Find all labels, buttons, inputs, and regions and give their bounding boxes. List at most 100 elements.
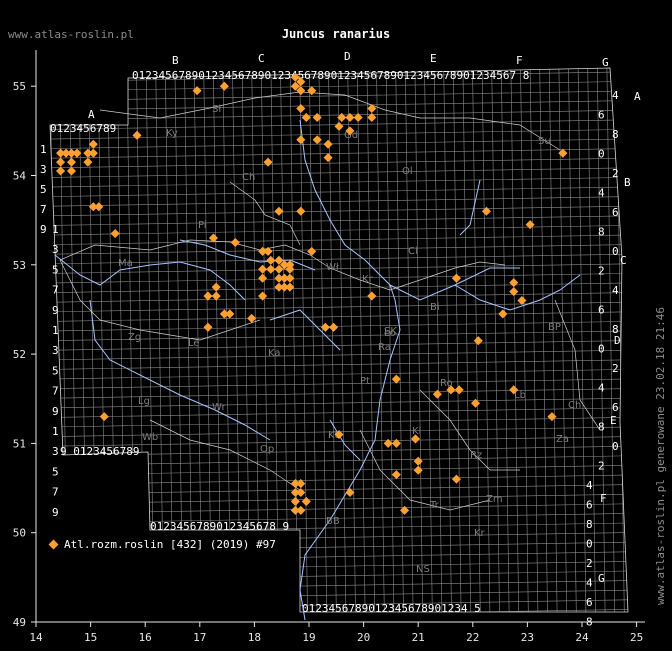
right-digit: 4 (598, 382, 605, 395)
region-label: Kr (474, 528, 486, 539)
mid-left-digit: 7 (52, 385, 59, 398)
legend: Atl.rozm.roslin [432] (2019) #97 (48, 538, 276, 551)
mid-left-digit: 9 (52, 405, 59, 418)
right-digit: 6 (598, 109, 605, 122)
region-label: Zm (486, 494, 503, 505)
region-label: Pt (360, 376, 370, 387)
x-tick-label: 17 (193, 631, 206, 644)
region-label: NS (416, 564, 430, 575)
grid-letter-right: C (620, 254, 627, 267)
x-tick-label: 15 (84, 631, 97, 644)
x-tick-label: 19 (302, 631, 315, 644)
right-digit: 4 (598, 187, 605, 200)
mid-left-digit: 3 (52, 243, 59, 256)
right-digit: 8 (598, 226, 605, 239)
x-tick-label: 18 (248, 631, 261, 644)
x-tick-label: 23 (521, 631, 534, 644)
right-digit: 6 (586, 596, 593, 609)
site-name: www.atlas-roslin.pl (8, 28, 134, 41)
x-tick-label: 20 (357, 631, 370, 644)
right-digit: 4 (612, 89, 619, 102)
x-tick-label: 24 (575, 631, 589, 644)
region-label: Rz (470, 450, 482, 461)
a-left-digit: 5 (40, 183, 47, 196)
right-digit: 2 (586, 557, 593, 570)
y-tick-label: 49 (13, 616, 26, 629)
region-label: Su (538, 136, 551, 147)
grid-letter-right: F (600, 492, 607, 505)
legend-label: Atl.rozm.roslin [432] (2019) #97 (64, 538, 276, 551)
distribution-map: www.atlas-roslin.pl Juncus ranarius 14 15… (0, 0, 672, 651)
y-tick-label: 50 (13, 527, 26, 540)
x-tick-label: 14 (29, 631, 43, 644)
top-digit-row: 0123456789012345678901234567890123456789… (132, 69, 529, 82)
y-tick-label: 54 (13, 170, 27, 183)
grid-letter-right: A (634, 90, 641, 103)
mid-left-digit: 1 (52, 425, 59, 438)
region-label: BP (548, 322, 561, 333)
mid-left-digit: 3 (52, 344, 59, 357)
right-digit: 0 (612, 440, 619, 453)
a-left-digit: 1 (40, 143, 47, 156)
right-digit: 0 (586, 538, 593, 551)
grid-letter-top: E (430, 52, 437, 65)
region-label: Le (188, 338, 200, 349)
right-digit: 0 (612, 245, 619, 258)
region-label: Ci (408, 246, 418, 257)
region-label: Kr (362, 274, 374, 285)
region-label: Wr (212, 402, 226, 413)
mid-left-digit: 5 (52, 364, 59, 377)
a-left-digit: 3 (40, 163, 47, 176)
right-digit: 2 (598, 460, 605, 473)
region-label: Ky (166, 128, 178, 139)
grid-letter-right: B (624, 176, 631, 189)
y-tick-label: 53 (13, 259, 26, 272)
region-label: Ka (268, 348, 281, 359)
right-digit: 4 (612, 284, 619, 297)
generated-note: www.atlas-roslin.pl generowane 23.02.18 … (654, 307, 667, 605)
right-digit: 8 (586, 518, 593, 531)
a-left-digit: 9 (40, 223, 47, 236)
region-label: Pi (198, 220, 207, 231)
x-tick-label: 21 (412, 631, 425, 644)
grid-letter-top: D (344, 50, 351, 63)
mid-left-digit: 1 (52, 324, 59, 337)
right-digit: 6 (612, 401, 619, 414)
mid-left-digit: 9 (52, 304, 59, 317)
right-digit: 8 (586, 616, 593, 629)
region-label: Ol (402, 166, 413, 177)
a-left-digit: 7 (40, 203, 47, 216)
region-label: Sł (212, 104, 221, 115)
grid-letter-right: G (598, 572, 605, 585)
x-tick-label: 22 (466, 631, 479, 644)
region-label: Za (556, 434, 569, 445)
y-tick-label: 55 (13, 80, 26, 93)
bottom-low-digit-row: 0123456789012345678901234 5 (302, 602, 481, 615)
mid-left-digit: 5 (52, 465, 59, 478)
x-tick-label: 25 (630, 631, 643, 644)
right-digit: 2 (612, 167, 619, 180)
region-label: Ch (568, 400, 581, 411)
grid-letter-top: C (258, 52, 265, 65)
right-digit: 2 (598, 265, 605, 278)
grid-letter-right: E (610, 414, 617, 427)
region-label: Ma (118, 258, 133, 269)
mid-left-digit: 7 (52, 486, 59, 499)
mid-left-digit: 3 (52, 445, 59, 458)
y-tick-label: 52 (13, 348, 26, 361)
bottom-mid-digit-row: 0123456789012345678 9 (150, 520, 289, 533)
region-label: Lg (138, 396, 150, 407)
right-digit: 6 (598, 304, 605, 317)
grid-letter-right: D (614, 334, 621, 347)
mid-left-digit: 1 (52, 223, 59, 236)
region-label: Ra (378, 342, 391, 353)
grid-letter-top: F (516, 54, 523, 67)
region-label: BB (326, 516, 340, 527)
region-label: Ch (242, 172, 255, 183)
region-label: Op (260, 444, 274, 455)
region-label: Kl (412, 426, 421, 437)
a-top-digit-row: 0123456789 (50, 122, 116, 135)
right-digit: 4 (586, 479, 593, 492)
right-digit: 0 (598, 343, 605, 356)
region-label: SK (384, 326, 397, 337)
